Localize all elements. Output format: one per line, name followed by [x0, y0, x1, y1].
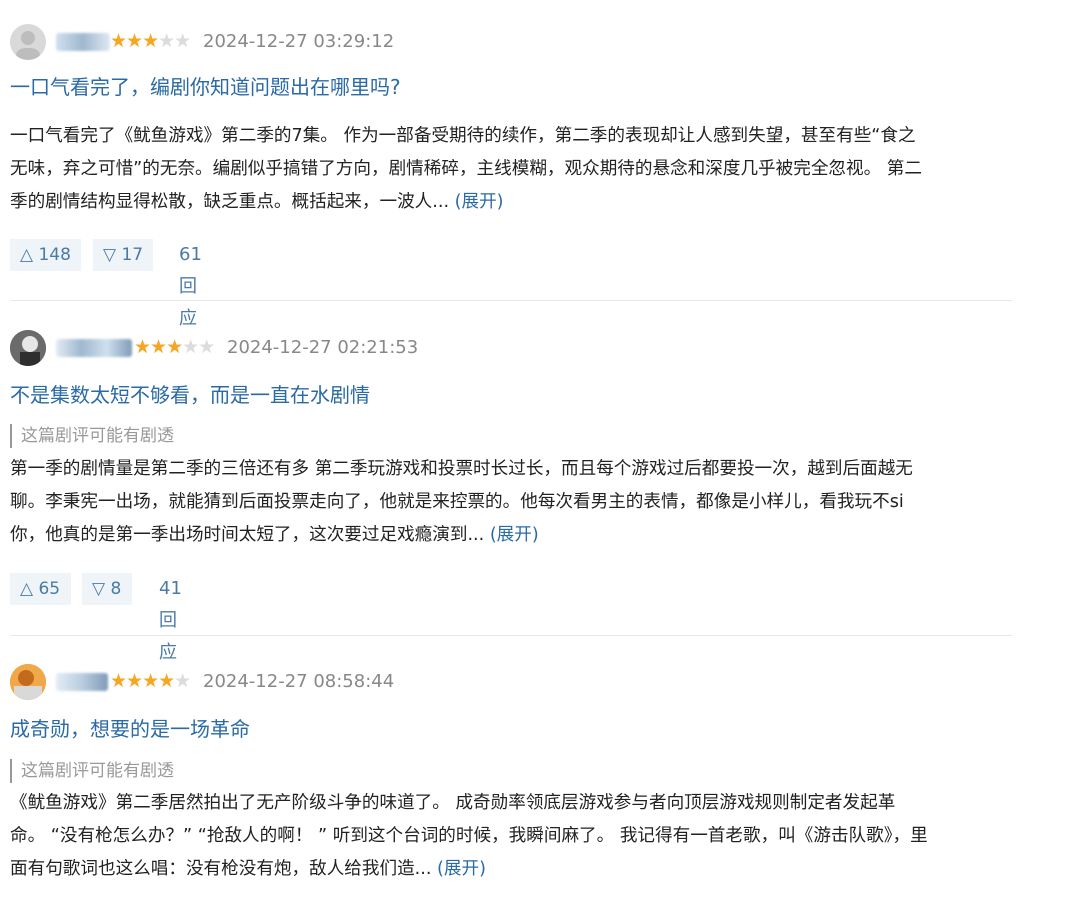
review-time: 2024-12-27 08:58:44 [203, 671, 395, 692]
review-body-line: 你，他真的是第一季出场时间太短了，这次要过足戏瘾演到... (展开) [10, 519, 1010, 552]
downvote-button[interactable]: ▽ 8 [82, 573, 132, 605]
review-time: 2024-12-27 03:29:12 [203, 31, 395, 52]
expand-link[interactable]: (展开) [455, 192, 504, 212]
review-body-line: 一口气看完了《鱿鱼游戏》第二季的7集。 作为一部备受期待的续作，第二季的表现却让… [10, 126, 916, 146]
avatar[interactable] [10, 24, 46, 60]
expand-link[interactable]: (展开) [490, 525, 539, 545]
replies-link[interactable]: 61回应 [179, 239, 202, 335]
review-title[interactable]: 不是集数太短不够看，而是一直在水剧情 [10, 381, 370, 409]
replies-link[interactable]: 41回应 [159, 573, 182, 669]
rating-stars: ★★★★★ [110, 30, 191, 52]
upvote-button[interactable]: △ 148 [10, 239, 81, 271]
divider [10, 635, 1012, 636]
username[interactable] [56, 673, 108, 691]
upvote-button[interactable]: △ 65 [10, 573, 71, 605]
review-title[interactable]: 成奇勋，想要的是一场革命 [10, 715, 250, 743]
review-body-line: 第一季的剧情量是第二季的三倍还有多 第二季玩游戏和投票时长过长，而且每个游戏过后… [10, 459, 913, 479]
downvote-button[interactable]: ▽ 17 [93, 239, 153, 271]
avatar[interactable] [10, 330, 46, 366]
spoiler-notice: 这篇剧评可能有剧透 [10, 424, 174, 448]
review-item: ★★★★★ 2024-12-27 02:21:53 不是集数太短不够看，而是一直… [10, 330, 1012, 663]
rating-stars: ★★★★★ [110, 670, 191, 692]
rating-stars: ★★★★★ [134, 336, 215, 358]
review-header: ★★★★★ 2024-12-27 08:58:44 [10, 664, 1012, 700]
review-body-line-text: 面有句歌词也这么唱：没有枪没有炮，敌人给我们造... [10, 859, 438, 879]
review-body-line: 季的剧情结构显得松散，缺乏重点。概括起来，一波人... (展开) [10, 186, 1010, 219]
review-title[interactable]: 一口气看完了，编剧你知道问题出在哪里吗? [10, 73, 401, 101]
divider [10, 300, 1012, 301]
review-body-line: 无味，弃之可惜”的无奈。编剧似乎搞错了方向，剧情稀碎，主线模糊，观众期待的悬念和… [10, 159, 922, 179]
review-body-line: 命。 “没有枪怎么办？” “抢敌人的啊！ ” 听到这个台词的时候，我瞬间麻了。 … [10, 826, 928, 846]
review-body: 第一季的剧情量是第二季的三倍还有多 第二季玩游戏和投票时长过长，而且每个游戏过后… [10, 453, 1010, 552]
username[interactable] [56, 33, 110, 51]
avatar[interactable] [10, 664, 46, 700]
review-body-line: 《鱿鱼游戏》第二季居然拍出了无产阶级斗争的味道了。 成奇勋率领底层游戏参与者向顶… [10, 793, 896, 813]
review-body-line-text: 季的剧情结构显得松散，缺乏重点。概括起来，一波人... [10, 192, 455, 212]
review-body-line-text: 你，他真的是第一季出场时间太短了，这次要过足戏瘾演到... [10, 525, 490, 545]
review-header: ★★★★★ 2024-12-27 03:29:12 [10, 24, 1012, 60]
review-body: 一口气看完了《鱿鱼游戏》第二季的7集。 作为一部备受期待的续作，第二季的表现却让… [10, 120, 1010, 219]
expand-link[interactable]: (展开) [437, 859, 486, 879]
spoiler-notice: 这篇剧评可能有剧透 [10, 759, 174, 783]
review-body: 《鱿鱼游戏》第二季居然拍出了无产阶级斗争的味道了。 成奇勋率领底层游戏参与者向顶… [10, 787, 1010, 886]
username[interactable] [56, 339, 132, 357]
review-time: 2024-12-27 02:21:53 [227, 337, 419, 358]
review-header: ★★★★★ 2024-12-27 02:21:53 [10, 330, 1012, 366]
review-item: ★★★★★ 2024-12-27 03:29:12 一口气看完了，编剧你知道问题… [10, 24, 1012, 329]
review-body-line: 聊。李秉宪一出场，就能猜到后面投票走向了，他就是来控票的。他每次看男主的表情，都… [10, 492, 904, 512]
review-body-line: 面有句歌词也这么唱：没有枪没有炮，敌人给我们造... (展开) [10, 853, 1010, 886]
review-item: ★★★★★ 2024-12-27 08:58:44 成奇勋，想要的是一场革命 这… [10, 664, 1012, 894]
